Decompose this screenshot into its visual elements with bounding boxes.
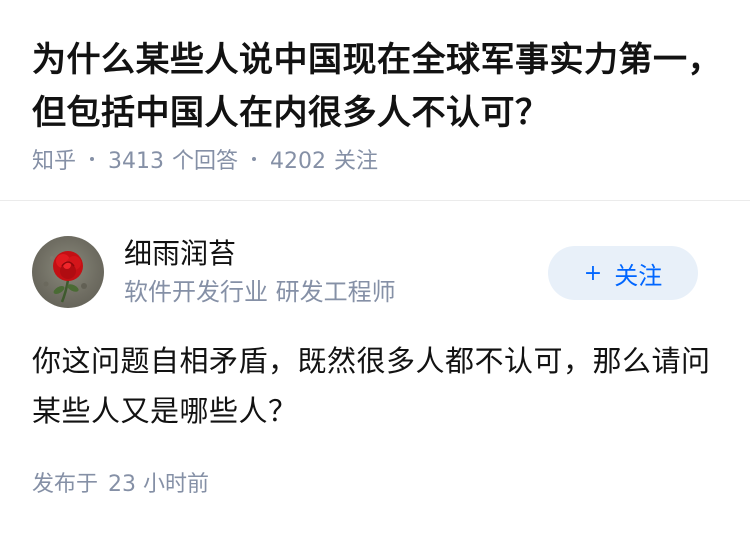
answer-count-number: 3413 [108, 149, 165, 174]
meta-separator-dot [252, 157, 257, 161]
question-meta: 知乎 3413 个回答 4202 关注 [32, 143, 378, 175]
meta-separator-dot [90, 157, 95, 161]
section-divider [0, 200, 750, 201]
follower-count[interactable]: 4202 关注 [270, 143, 378, 175]
publish-time: 发布于 23 小时前 [32, 470, 209, 500]
answer-page: 为什么某些人说中国现在全球军事实力第一，但包括中国人在内很多人不认可？ 知乎 3… [0, 0, 750, 538]
answer-count[interactable]: 3413 个回答 [108, 143, 238, 175]
answer-content[interactable]: 你这问题自相矛盾，既然很多人都不认可，那么请问某些人又是哪些人？ [32, 336, 722, 436]
question-title[interactable]: 为什么某些人说中国现在全球军事实力第一，但包括中国人在内很多人不认可？ [32, 34, 722, 140]
avatar[interactable] [32, 236, 104, 308]
source-label[interactable]: 知乎 [32, 143, 76, 175]
publish-label: 发布于 [32, 472, 99, 497]
follower-count-label: 关注 [334, 149, 379, 174]
publish-time-value: 23 小时前 [108, 472, 210, 497]
answer-count-label: 个回答 [172, 149, 239, 174]
question-header: 为什么某些人说中国现在全球军事实力第一，但包括中国人在内很多人不认可？ [32, 34, 722, 140]
author-headline: 软件开发行业 研发工程师 [124, 278, 396, 306]
follow-button-label: 关注 [614, 261, 663, 290]
red-rose-avatar-icon [43, 251, 87, 303]
follow-button[interactable]: + 关注 [548, 246, 698, 300]
follower-count-number: 4202 [270, 149, 327, 174]
plus-icon: + [583, 260, 603, 286]
author-name[interactable]: 细雨润苔 [124, 236, 236, 272]
